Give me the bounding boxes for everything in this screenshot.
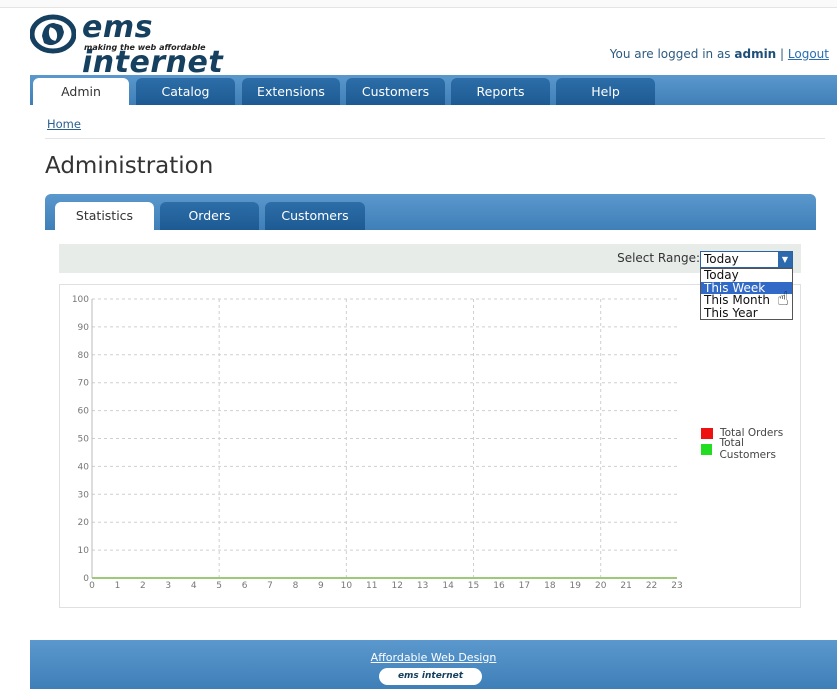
nav-tab-reports[interactable]: Reports (451, 78, 550, 105)
range-select[interactable]: Today ▼ (700, 251, 793, 268)
footer-logo[interactable]: ems internet (379, 668, 482, 685)
logo[interactable]: ems internet making the web affordable (30, 10, 300, 80)
x-tick-label: 16 (493, 581, 505, 591)
main-content: Home Administration Statistics Orders Cu… (30, 105, 837, 625)
y-tick-label: 100 (72, 295, 89, 305)
chevron-down-icon[interactable]: ▼ (778, 252, 792, 267)
legend-swatch-customers (701, 443, 713, 455)
username: admin (734, 47, 777, 61)
range-label: Select Range: (617, 251, 700, 265)
logout-link[interactable]: Logout (788, 47, 829, 61)
x-tick-label: 1 (115, 581, 121, 591)
y-tick-label: 30 (78, 490, 90, 500)
x-tick-label: 13 (417, 581, 428, 591)
legend-label-customers: Total Customers (719, 437, 776, 461)
x-tick-label: 19 (570, 581, 582, 591)
legend-swatch-orders (701, 427, 713, 439)
y-tick-label: 40 (78, 462, 90, 472)
footer-logo-text: ems internet (397, 671, 464, 681)
x-tick-label: 10 (341, 581, 353, 591)
x-tick-label: 4 (191, 581, 197, 591)
x-tick-label: 15 (468, 581, 479, 591)
hand-cursor-icon: ☝ (777, 288, 789, 310)
range-bar: Select Range: (59, 244, 801, 273)
range-select-value: Today (704, 252, 739, 266)
x-tick-label: 0 (89, 581, 95, 591)
nav-tab-help[interactable]: Help (556, 78, 655, 105)
x-tick-label: 3 (165, 581, 171, 591)
x-tick-label: 17 (519, 581, 530, 591)
x-tick-label: 18 (544, 581, 556, 591)
x-tick-label: 23 (671, 581, 682, 591)
x-tick-label: 6 (242, 581, 248, 591)
login-separator: | (776, 47, 788, 61)
legend-item-customers: Total Customers (701, 437, 800, 461)
x-tick-label: 14 (442, 581, 454, 591)
x-tick-label: 2 (140, 581, 146, 591)
y-tick-label: 70 (78, 379, 90, 389)
logo-swirl-icon (30, 14, 76, 54)
nav-tab-catalog[interactable]: Catalog (136, 78, 235, 105)
breadcrumb-divider (45, 138, 825, 139)
chart-legend: Total Orders Total Customers (701, 425, 800, 461)
y-tick-label: 60 (78, 407, 90, 417)
login-status: You are logged in as admin | Logout (610, 47, 829, 61)
brand-tagline: making the web affordable (84, 43, 206, 52)
statistics-chart: 0 10 20 30 40 50 60 70 80 90 100 0 1 2 3 4 5 6 7 8 9 10 11 12 13… (59, 284, 801, 608)
breadcrumb-home[interactable]: Home (47, 117, 81, 131)
y-tick-label: 80 (78, 351, 90, 361)
subtab-statistics[interactable]: Statistics (55, 202, 154, 230)
footer: Affordable Web Design ems internet (30, 640, 837, 689)
chart-canvas: 01020304050607080901000 1 2 3 4 5 6 7 8 9 10 11 12 13… (72, 295, 683, 591)
x-tick-label: 9 (318, 581, 324, 591)
x-tick-label: 12 (391, 581, 402, 591)
login-prefix: You are logged in as (609, 47, 735, 61)
x-tick-label: 22 (646, 581, 657, 591)
x-tick-label: 7 (267, 581, 273, 591)
admin-subtabs: Statistics Orders Customers (45, 194, 816, 230)
x-tick-label: 11 (366, 581, 377, 591)
x-tick-label: 21 (620, 581, 631, 591)
subtab-orders[interactable]: Orders (160, 202, 259, 230)
range-option-today[interactable]: Today (701, 269, 792, 282)
footer-link[interactable]: Affordable Web Design (30, 651, 837, 664)
nav-tab-customers[interactable]: Customers (346, 78, 445, 105)
main-nav: Admin Catalog Extensions Customers Repor… (30, 75, 837, 105)
statistics-panel: Select Range: 0 10 20 30 40 50 60 70 80 90 100 0 1 2 3… (45, 230, 816, 620)
x-tick-label: 8 (293, 581, 299, 591)
top-border (0, 0, 837, 8)
y-tick-label: 90 (78, 323, 90, 333)
x-tick-label: 5 (216, 581, 222, 591)
y-tick-label: 20 (78, 518, 90, 528)
page-title: Administration (45, 153, 214, 179)
x-tick-label: 20 (595, 581, 607, 591)
nav-tab-admin[interactable]: Admin (33, 78, 129, 105)
y-tick-label: 10 (78, 546, 90, 556)
subtab-customers[interactable]: Customers (265, 202, 365, 230)
y-tick-label: 50 (78, 435, 90, 445)
nav-tab-extensions[interactable]: Extensions (242, 78, 340, 105)
